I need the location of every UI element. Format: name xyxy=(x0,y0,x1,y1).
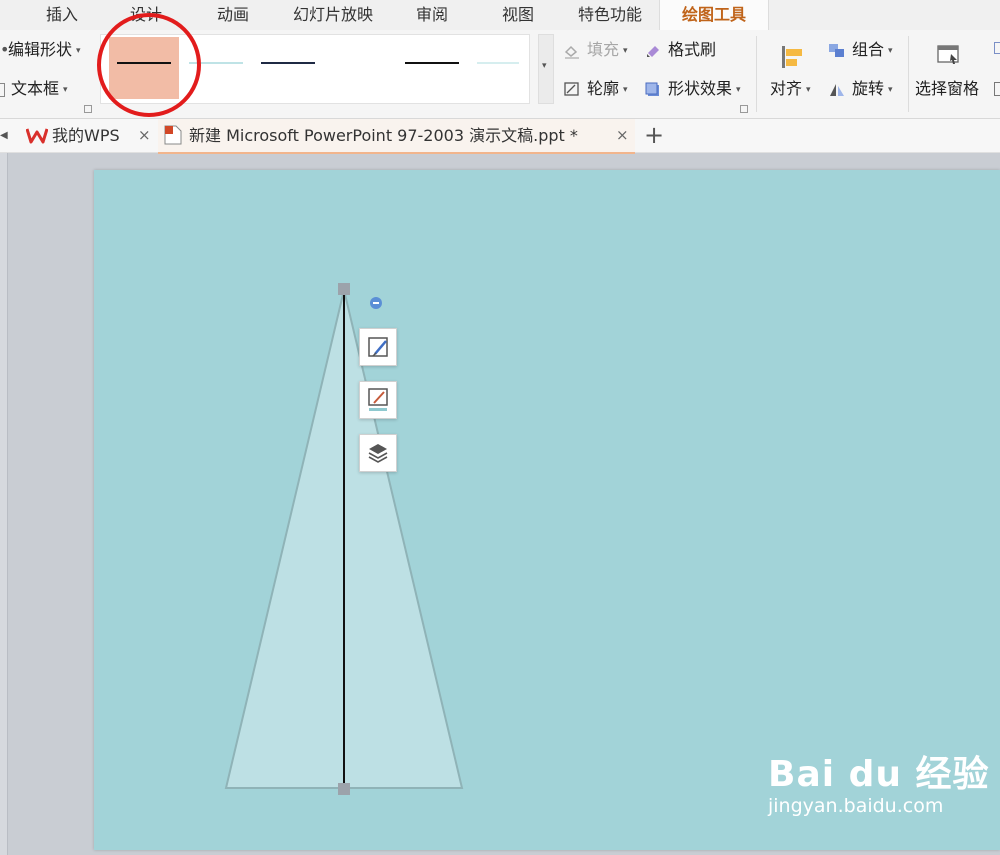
fill-button[interactable]: 填充 ▾ xyxy=(563,38,628,62)
align-block xyxy=(786,49,802,56)
more-icon xyxy=(994,82,1000,96)
tab-view[interactable]: 视图 xyxy=(490,0,546,30)
new-tab-button[interactable]: + xyxy=(642,119,666,152)
line-style-preview xyxy=(333,62,387,64)
rotate-button[interactable]: 旋转 ▾ xyxy=(828,77,893,101)
watermark-url: jingyan.baidu.com xyxy=(768,795,944,817)
shape-effects-icon xyxy=(645,82,659,96)
slide-thumbnail-pane[interactable] xyxy=(0,153,8,855)
annotation-circle xyxy=(97,13,201,117)
ribbon-separator xyxy=(908,36,909,112)
dialog-launcher-icon[interactable] xyxy=(740,105,748,113)
line-style-preview xyxy=(405,62,459,64)
more-icon xyxy=(994,42,1000,54)
group-icon xyxy=(829,43,844,57)
selection-pane-icon xyxy=(937,45,959,64)
chevron-down-icon: ▾ xyxy=(888,84,893,95)
line-style-swatch[interactable] xyxy=(469,37,527,99)
tab-presentation-document[interactable]: 新建 Microsoft PowerPoint 97-2003 演示文稿.ppt… xyxy=(158,119,635,154)
ribbon-separator xyxy=(756,36,757,112)
rotate-icon xyxy=(830,83,844,96)
align-bar xyxy=(782,46,785,68)
shape-style-icon xyxy=(368,337,388,357)
chevron-left-icon[interactable]: ◀ xyxy=(0,119,8,152)
chevron-down-icon: ▾ xyxy=(542,61,547,71)
layers-button[interactable] xyxy=(359,434,397,472)
tab-special-features[interactable]: 特色功能 xyxy=(570,0,650,30)
edit-shape-icon: • xyxy=(0,40,10,59)
tab-drawing-tools[interactable]: 绘图工具 xyxy=(659,0,769,30)
format-painter-button[interactable]: 格式刷 xyxy=(644,38,716,62)
text-box-icon xyxy=(0,82,5,97)
line-style-swatch[interactable] xyxy=(253,37,323,99)
layers-icon xyxy=(368,444,388,463)
baidu-watermark: Bai du 经验 jingyan.baidu.com xyxy=(768,745,990,817)
edit-shape-button[interactable]: •编辑形状 ▾ xyxy=(0,38,81,62)
tab-insert[interactable]: 插入 xyxy=(34,0,90,30)
group-button[interactable]: 组合 ▾ xyxy=(828,38,893,62)
close-tab-icon[interactable]: × xyxy=(616,119,629,152)
shape-effects-button[interactable]: 形状效果 ▾ xyxy=(644,77,741,101)
ppt-file-icon xyxy=(164,125,182,145)
align-large-icon xyxy=(782,46,804,68)
wps-logo-icon xyxy=(26,128,48,144)
selection-handle-top[interactable] xyxy=(338,283,350,295)
selection-handle-bottom[interactable] xyxy=(338,783,350,795)
line-style-preview xyxy=(477,62,519,64)
align-block xyxy=(786,59,797,66)
text-box-button[interactable]: 文本框 ▾ xyxy=(0,77,68,101)
chevron-down-icon: ▾ xyxy=(76,45,81,56)
gallery-more-button[interactable]: ▾ xyxy=(538,34,554,104)
shape-outline-button[interactable] xyxy=(359,381,397,419)
chevron-down-icon: ▾ xyxy=(806,84,811,95)
align-button[interactable]: 对齐 ▾ xyxy=(770,77,811,101)
outline-icon xyxy=(564,81,579,96)
chevron-down-icon: ▾ xyxy=(736,84,741,95)
chevron-down-icon: ▾ xyxy=(888,45,893,56)
chevron-down-icon: ▾ xyxy=(623,84,628,95)
watermark-logo-text: Bai du 经验 xyxy=(768,754,990,795)
line-style-preview xyxy=(261,62,315,64)
fill-bucket-icon xyxy=(564,45,579,59)
shape-outline-icon xyxy=(368,388,388,411)
tab-my-wps[interactable]: 我的WPS × xyxy=(22,119,156,152)
format-painter-icon xyxy=(647,45,659,57)
outline-button[interactable]: 轮廓 ▾ xyxy=(563,77,628,101)
close-tab-icon[interactable]: × xyxy=(138,119,151,152)
chevron-down-icon: ▾ xyxy=(623,45,628,56)
tab-slideshow[interactable]: 幻灯片放映 xyxy=(285,0,381,30)
rotate-handle-icon[interactable] xyxy=(370,297,382,309)
line-style-swatch[interactable] xyxy=(397,37,467,99)
dialog-launcher-icon[interactable] xyxy=(84,105,92,113)
line-style-swatch[interactable] xyxy=(325,37,395,99)
tab-review[interactable]: 审阅 xyxy=(404,0,460,30)
tab-animation[interactable]: 动画 xyxy=(205,0,261,30)
document-tab-bar: ◀ 我的WPS × 新建 Microsoft PowerPoint 97-200… xyxy=(0,119,1000,154)
shape-style-button[interactable] xyxy=(359,328,397,366)
chevron-down-icon: ▾ xyxy=(63,84,68,95)
selection-pane-button[interactable]: 选择窗格 xyxy=(915,77,979,101)
